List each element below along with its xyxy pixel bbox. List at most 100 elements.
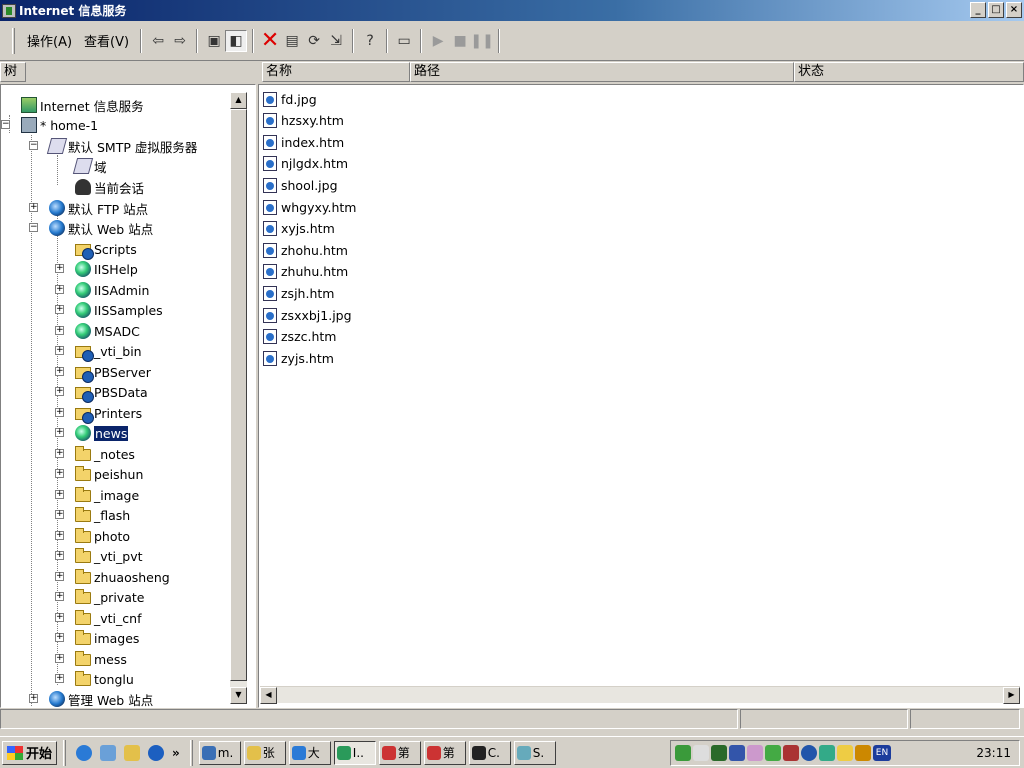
start-button[interactable]: 开始 (2, 740, 58, 765)
tray-network-icon[interactable] (675, 745, 691, 761)
expand-icon[interactable]: + (55, 367, 64, 376)
expand-icon[interactable]: + (55, 449, 64, 458)
taskbar-button[interactable]: 第 (378, 740, 421, 765)
properties-icon[interactable]: ▤ (281, 30, 303, 52)
clock[interactable]: 23:11 (976, 746, 1011, 760)
tree-node[interactable]: + IISSamples (55, 300, 163, 320)
tray-app-icon[interactable] (819, 745, 835, 761)
taskbar-button[interactable]: 张 (243, 740, 286, 765)
expand-icon[interactable]: + (55, 654, 64, 663)
tree-node[interactable]: + PBSData (55, 382, 148, 403)
taskbar-button[interactable]: 第 (423, 740, 466, 765)
close-button[interactable]: × (1006, 2, 1022, 18)
tree-node[interactable]: 当前会话 (57, 177, 144, 197)
scroll-up-icon[interactable]: ▲ (230, 92, 247, 109)
tree-node[interactable]: + _image (55, 485, 139, 505)
expand-icon[interactable]: + (55, 531, 64, 540)
tree-node[interactable]: Internet 信息服务 (3, 95, 144, 115)
list-item[interactable]: whgyxy.htm (263, 197, 356, 217)
tree-node[interactable]: + _notes (55, 444, 135, 464)
list-item[interactable]: shool.jpg (263, 175, 338, 195)
scroll-thumb[interactable] (230, 109, 247, 681)
list-item[interactable]: zhohu.htm (263, 240, 348, 260)
expand-icon[interactable]: + (55, 674, 64, 683)
expand-icon[interactable]: + (55, 428, 64, 437)
expand-icon[interactable]: + (55, 408, 64, 417)
tree-node[interactable]: + MSADC (55, 321, 140, 341)
export-list-icon[interactable]: ⇲ (325, 30, 347, 52)
list-item[interactable]: zszc.htm (263, 327, 336, 347)
tree-pane[interactable]: Internet 信息服务 − * home-1− 默认 SMTP 虚拟服务器域当前会… (0, 84, 256, 708)
menu-view[interactable]: 查看(V) (78, 31, 135, 50)
tree-node[interactable]: + _vti_cnf (55, 608, 141, 628)
collapse-icon[interactable]: − (29, 141, 38, 150)
menu-action[interactable]: 操作(A) (21, 31, 78, 50)
list-item[interactable]: zyjs.htm (263, 348, 334, 368)
tray-shield-icon[interactable] (783, 745, 799, 761)
expand-icon[interactable]: + (55, 264, 64, 273)
up-folder-icon[interactable]: ▣ (203, 30, 225, 52)
tree-tab[interactable]: 树 (0, 62, 26, 82)
stop-icon[interactable]: ■ (449, 30, 471, 52)
ie-icon[interactable] (74, 743, 94, 763)
expand-icon[interactable]: + (55, 572, 64, 581)
list-item[interactable]: hzsxy.htm (263, 111, 344, 131)
tray-app-icon[interactable] (837, 745, 853, 761)
tray-monitor-icon[interactable] (711, 745, 727, 761)
expand-icon[interactable]: + (55, 326, 64, 335)
list-item[interactable]: index.htm (263, 132, 344, 152)
language-indicator[interactable]: EN (873, 745, 891, 761)
scroll-left-icon[interactable]: ◀ (260, 687, 277, 704)
taskbar-button[interactable]: 大 (288, 740, 331, 765)
pause-icon[interactable]: ❚❚ (470, 30, 493, 52)
tree-node[interactable]: + news (55, 423, 129, 443)
tree-node[interactable]: + tonglu (55, 669, 134, 689)
computer-icon[interactable]: ▭ (393, 30, 415, 52)
tree-node[interactable]: + _private (55, 587, 144, 607)
desktop-icon[interactable] (98, 743, 118, 763)
tree-scrollbar[interactable]: ▲ ▼ (230, 92, 247, 704)
tree-node[interactable]: + IISHelp (55, 259, 138, 279)
expand-icon[interactable]: + (55, 613, 64, 622)
file-list[interactable]: fd.jpg hzsxy.htm index.htm njlgdx.htm shool.… (258, 84, 1024, 708)
expand-icon[interactable]: + (55, 510, 64, 519)
tree-node[interactable]: + 默认 FTP 站点 (29, 198, 148, 218)
tray-messenger-icon[interactable] (801, 745, 817, 761)
taskbar-button[interactable]: S. (513, 740, 556, 765)
expand-icon[interactable]: + (55, 346, 64, 355)
tree-node[interactable]: 域 (57, 156, 107, 176)
tree-node[interactable]: + zhuaosheng (55, 567, 170, 587)
taskbar-button[interactable]: m. (198, 740, 241, 765)
tree-node[interactable]: + _vti_pvt (55, 546, 143, 566)
tray-app-icon[interactable] (765, 745, 781, 761)
tree-node[interactable]: + 管理 Web 站点 (29, 689, 153, 707)
maximize-button[interactable]: □ (988, 2, 1004, 18)
expand-icon[interactable]: + (29, 203, 38, 212)
tree-node[interactable]: + _flash (55, 505, 130, 525)
list-item[interactable]: fd.jpg (263, 89, 317, 109)
expand-icon[interactable]: + (55, 592, 64, 601)
title-bar[interactable]: Internet 信息服务 _ □ × (0, 0, 1024, 21)
expand-icon[interactable]: + (55, 387, 64, 396)
refresh-icon[interactable]: ⟳ (303, 30, 325, 52)
column-status-header[interactable]: 状态 (794, 62, 1024, 82)
tree-node[interactable]: − 默认 SMTP 虚拟服务器 (29, 136, 197, 156)
outlook-icon[interactable] (122, 743, 142, 763)
taskbar-button[interactable]: C. (468, 740, 511, 765)
list-item[interactable]: zsjh.htm (263, 283, 334, 303)
collapse-icon[interactable]: − (1, 120, 10, 129)
tree-node[interactable]: + PBServer (55, 362, 151, 383)
media-icon[interactable] (146, 743, 166, 763)
column-path-header[interactable]: 路径 (410, 62, 794, 82)
expand-icon[interactable]: + (55, 469, 64, 478)
tree-node[interactable]: − 默认 Web 站点 (29, 218, 153, 238)
taskbar-button[interactable]: I.. (333, 740, 376, 765)
list-item[interactable]: zhuhu.htm (263, 262, 348, 282)
tray-volume-icon[interactable] (693, 745, 709, 761)
tree-node[interactable]: + mess (55, 649, 127, 669)
tree-node[interactable]: + images (55, 628, 139, 648)
list-item[interactable]: zsxxbj1.jpg (263, 305, 352, 325)
expand-icon[interactable]: + (55, 305, 64, 314)
tree-node[interactable]: + photo (55, 526, 130, 546)
list-item[interactable]: njlgdx.htm (263, 154, 348, 174)
